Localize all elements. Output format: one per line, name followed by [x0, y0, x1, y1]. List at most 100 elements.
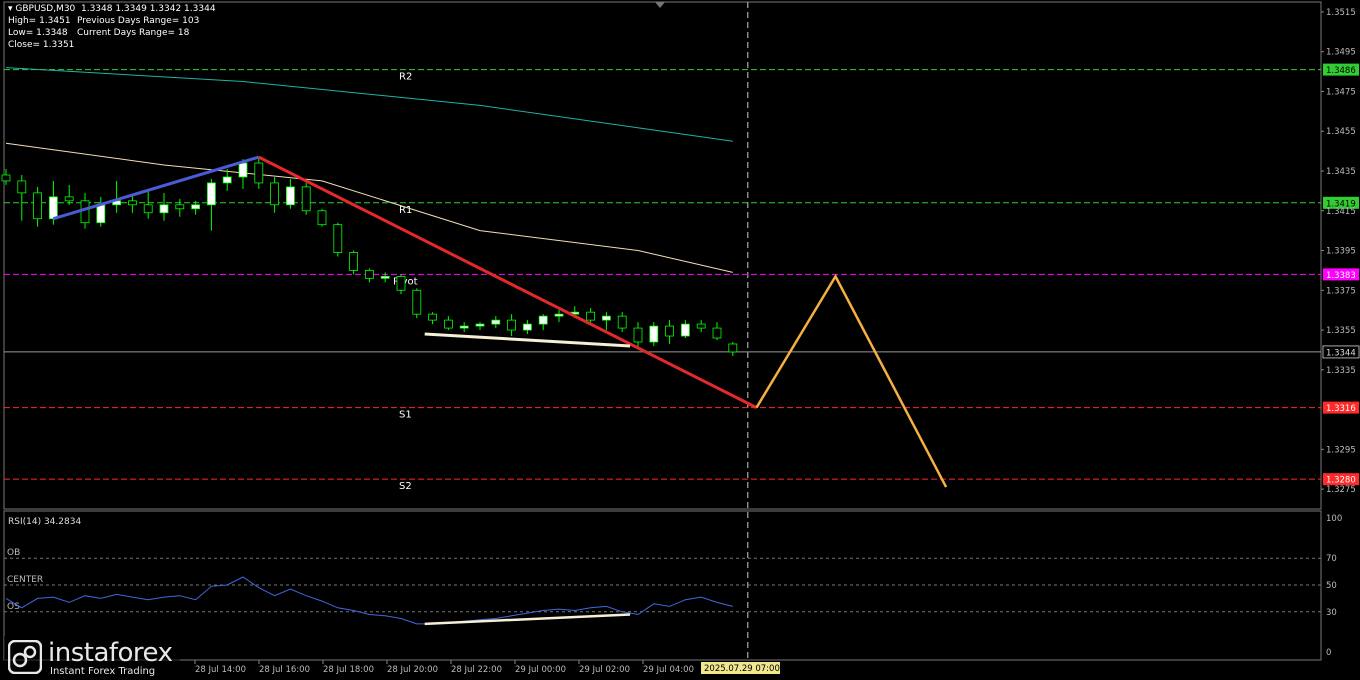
- candle-body: [127, 200, 137, 206]
- price-tick-label: 1.3475: [1326, 87, 1356, 97]
- price-tick-label: 1.3375: [1326, 286, 1356, 296]
- time-tick-label: 28 Jul 14:00: [195, 665, 246, 675]
- watermark-name: instaforex: [48, 638, 173, 668]
- price-tick-label: 1.3415: [1326, 207, 1356, 217]
- candle-body: [523, 323, 532, 331]
- candle-body: [633, 327, 643, 343]
- candle-body: [222, 176, 232, 184]
- downtrend-line: [258, 155, 758, 409]
- rsi-line: [5, 576, 733, 625]
- candles: [1, 157, 738, 356]
- uptrend-line: [52, 155, 260, 221]
- candle-body: [617, 315, 627, 329]
- moving-averages: [5, 67, 733, 273]
- current-time-tag: 2025.07.29 07:00: [704, 664, 780, 674]
- ma-slow-line: [5, 67, 733, 142]
- rsi-tick-label: 70: [1326, 554, 1337, 564]
- candle-body: [238, 162, 248, 178]
- close-line: Close= 1.3351: [8, 40, 75, 50]
- ma-fast-line: [5, 142, 733, 273]
- candle-body: [17, 180, 27, 194]
- candle-body: [254, 162, 264, 184]
- candle-body: [475, 323, 485, 327]
- rsi-tick-label: 50: [1326, 581, 1337, 591]
- level-name-s2: S2: [399, 481, 412, 492]
- price-axis: 1.34861.34191.33831.33441.33161.32801.35…: [1321, 8, 1360, 495]
- rsi-divergence-line: [424, 613, 631, 626]
- instaforex-logo-icon: [8, 640, 42, 674]
- candle-body: [159, 204, 169, 214]
- level-name-r2: R2: [399, 72, 412, 83]
- projection-path: [755, 273, 948, 488]
- price-tick-label: 1.3455: [1326, 127, 1356, 137]
- candle-body: [175, 204, 185, 210]
- candle-body: [428, 313, 438, 321]
- candle-body: [538, 315, 548, 325]
- watermark-tagline: Instant Forex Trading: [50, 666, 156, 677]
- candle-body: [333, 224, 343, 253]
- candle-body: [317, 210, 327, 226]
- candle-body: [665, 325, 674, 337]
- candle-body: [364, 270, 374, 279]
- pivot-levels: R2R1PivotS1S2: [4, 69, 1321, 492]
- prev-range-line: Previous Days Range= 103: [77, 16, 200, 26]
- price-tick-label: 1.3355: [1326, 326, 1356, 336]
- candle-body: [459, 325, 469, 329]
- candle-body: [33, 192, 42, 220]
- rsi-panel-border: [3, 510, 1322, 661]
- candle-body: [396, 275, 406, 291]
- symbol-line: ▾ GBPUSD,M30 1.3348 1.3349 1.3342 1.3344: [8, 4, 216, 14]
- price-tick-label: 1.3275: [1326, 485, 1356, 495]
- price-tick-label: 1.3335: [1326, 366, 1356, 376]
- scroll-marker-icon: [655, 2, 665, 8]
- candle-body: [696, 323, 706, 329]
- candle-body: [191, 204, 201, 210]
- candle-body: [380, 275, 390, 279]
- candle-body: [681, 323, 690, 337]
- price-tag-1.3383: 1.3383: [1326, 271, 1356, 281]
- main-panel-border: [3, 1, 1322, 510]
- candle-body: [586, 311, 595, 321]
- rsi-tick-label: 0: [1326, 648, 1331, 658]
- rsi-panel: RSI(14) 34.2834OBCENTEROS1007050300: [4, 514, 1342, 658]
- candle-body: [143, 204, 153, 214]
- price-tick-label: 1.3295: [1326, 445, 1356, 455]
- time-tick-label: 28 Jul 20:00: [387, 665, 438, 675]
- time-tick-label: 28 Jul 16:00: [259, 665, 310, 675]
- chart-frame: [3, 1, 1322, 661]
- price-tick-label: 1.3515: [1326, 8, 1356, 18]
- trading-chart[interactable]: R2R1PivotS1S2 1.34861.34191.33831.33441.…: [0, 0, 1360, 680]
- candle-body: [285, 186, 295, 206]
- candle-body: [206, 182, 216, 206]
- candle-body: [270, 182, 280, 206]
- rsi-tick-label: 100: [1326, 514, 1342, 524]
- candle-body: [49, 196, 58, 220]
- candle-body: [1, 174, 11, 182]
- candle-body: [728, 343, 738, 353]
- price-tick-label: 1.3435: [1326, 167, 1356, 177]
- candle-body: [80, 200, 90, 224]
- candle-body: [443, 319, 453, 329]
- price-tag-1.3486: 1.3486: [1326, 66, 1356, 76]
- level-name-r1: R1: [399, 205, 412, 216]
- rsi-level-ob: OB: [7, 548, 20, 558]
- candle-body: [412, 289, 422, 315]
- price-tag-1.3316: 1.3316: [1326, 404, 1356, 414]
- candle-body: [507, 319, 517, 331]
- candle-body: [349, 252, 359, 271]
- curr-range-line: Current Days Range= 18: [77, 28, 190, 38]
- price-tag-1.3344: 1.3344: [1326, 348, 1356, 358]
- candle-body: [602, 315, 611, 321]
- time-tick-label: 29 Jul 02:00: [579, 665, 630, 675]
- low-line: Low= 1.3348: [8, 28, 68, 38]
- time-tick-label: 29 Jul 04:00: [643, 665, 694, 675]
- time-tick-label: 28 Jul 22:00: [451, 665, 502, 675]
- time-tick-label: 29 Jul 00:00: [515, 665, 566, 675]
- candle-body: [491, 319, 501, 325]
- high-line: High= 1.3451: [8, 16, 71, 26]
- candle-body: [554, 313, 564, 317]
- rsi-title: RSI(14) 34.2834: [8, 517, 81, 527]
- candle-body: [96, 204, 106, 224]
- price-tick-label: 1.3395: [1326, 247, 1356, 257]
- rsi-tick-label: 30: [1326, 608, 1337, 618]
